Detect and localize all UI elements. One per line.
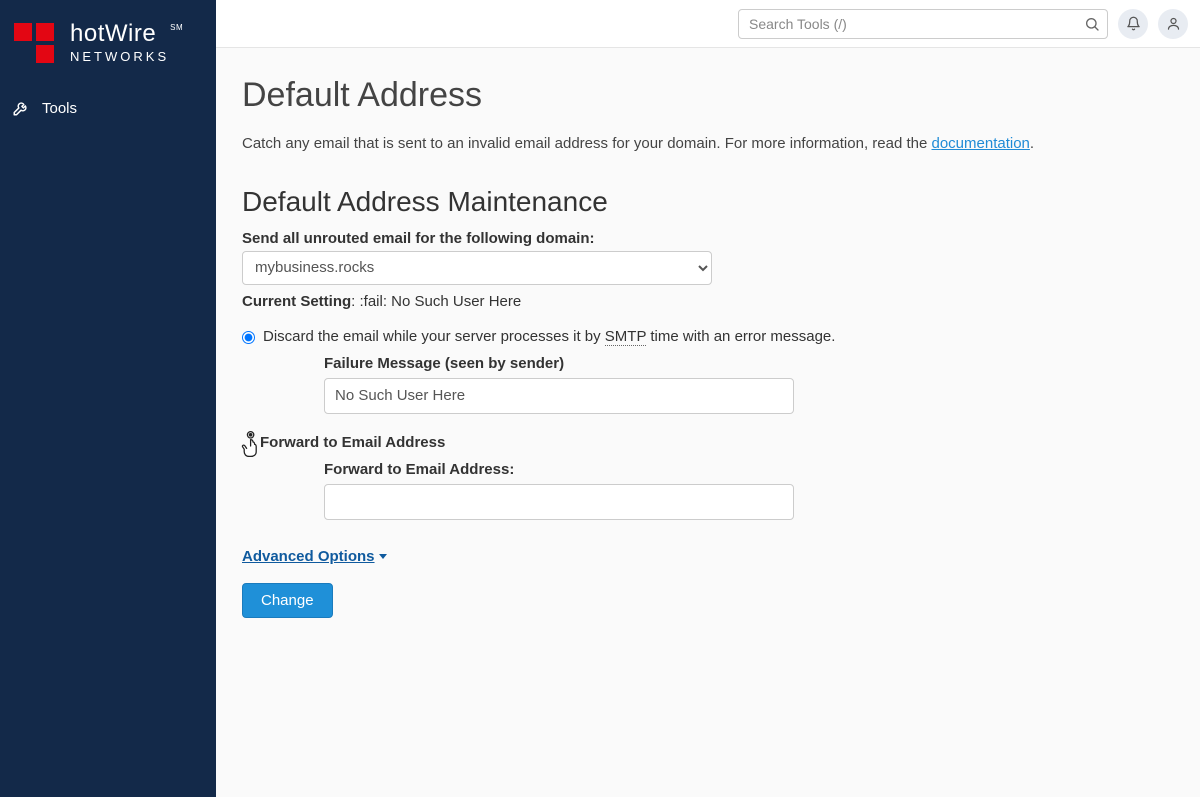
page-intro: Catch any email that is sent to an inval… [242, 133, 1174, 156]
page-title: Default Address [242, 76, 1174, 115]
advanced-options-toggle[interactable]: Advanced Options [242, 548, 387, 565]
radio-forward-label[interactable]: Forward to Email Address [260, 434, 445, 451]
search-wrap [738, 9, 1108, 39]
domain-label: Send all unrouted email for the followin… [242, 230, 1174, 247]
section-title: Default Address Maintenance [242, 186, 1174, 218]
topbar [216, 0, 1200, 48]
documentation-link[interactable]: documentation [932, 135, 1030, 152]
content: Default Address Catch any email that is … [216, 48, 1200, 797]
current-setting: Current Setting: :fail: No Such User Her… [242, 293, 1174, 310]
change-button[interactable]: Change [242, 583, 333, 618]
pointer-cursor-icon [240, 430, 266, 462]
main-area: Default Address Catch any email that is … [216, 0, 1200, 797]
search-input[interactable] [738, 9, 1108, 39]
radio-discard-label[interactable]: Discard the email while your server proc… [263, 328, 835, 345]
brand-logo-mark [10, 23, 60, 63]
notifications-button[interactable] [1118, 9, 1148, 39]
option-discard: Discard the email while your server proc… [242, 328, 1174, 345]
sidebar: hotWireSM NETWORKS Tools [0, 0, 216, 797]
bell-icon [1126, 16, 1141, 31]
failure-block: Failure Message (seen by sender) [324, 355, 1174, 414]
forward-block: Forward to Email Address: [324, 461, 1174, 520]
chevron-down-icon [379, 554, 387, 559]
forward-field-label: Forward to Email Address: [324, 461, 1174, 478]
user-icon [1166, 16, 1181, 31]
sidebar-item-tools[interactable]: Tools [0, 85, 216, 131]
tools-icon [12, 99, 30, 117]
failure-label: Failure Message (seen by sender) [324, 355, 1174, 372]
brand-logo: hotWireSM NETWORKS [0, 0, 216, 85]
account-button[interactable] [1158, 9, 1188, 39]
sidebar-item-label: Tools [42, 100, 77, 117]
failure-input[interactable] [324, 378, 794, 414]
radio-discard[interactable] [242, 331, 255, 344]
brand-logo-text: hotWireSM NETWORKS [70, 22, 169, 63]
option-forward: Forward to Email Address [242, 434, 1174, 451]
domain-select[interactable]: mybusiness.rocks [242, 251, 712, 285]
forward-input[interactable] [324, 484, 794, 520]
